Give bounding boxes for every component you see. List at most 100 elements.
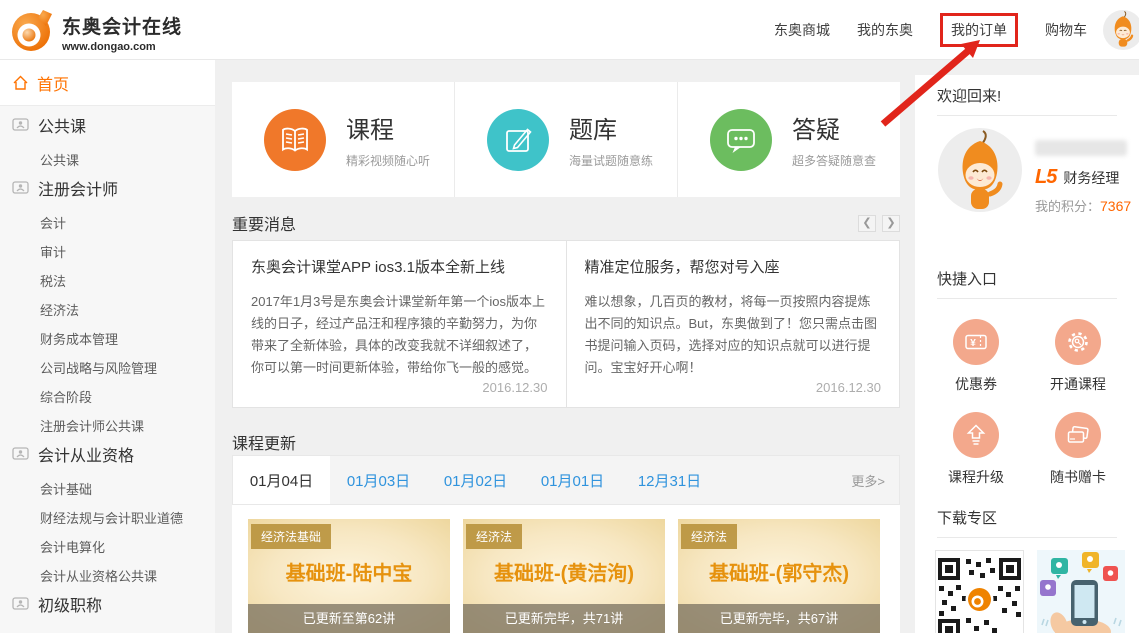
course-badge: 经济法	[466, 524, 522, 549]
wechat-qr-code[interactable]	[935, 550, 1024, 633]
page: 东奥会计在线 www.dongao.com 东奥商城 我的东奥 我的订单 购物车	[0, 0, 1139, 633]
news-item-body: 难以想象，几百页的教材，将每一页按照内容提炼出不同的知识点。But，东奥做到了！…	[585, 291, 882, 380]
user-points: 我的积分：7367	[1035, 196, 1131, 215]
user-avatar-large[interactable]	[938, 128, 1022, 212]
sidebar-item[interactable]: 公司战略与风险管理	[0, 350, 215, 379]
course-card[interactable]: 经济法基础 基础班-陆中宝 已更新至第62讲	[248, 519, 450, 633]
top-header: 东奥会计在线 www.dongao.com 东奥商城 我的东奥 我的订单 购物车	[0, 0, 1139, 60]
left-sidebar: 首页 公共课 公共课 注册会计师 会计 审计	[0, 60, 215, 633]
nav-dongao-mall[interactable]: 东奥商城	[774, 20, 830, 40]
sidebar-item[interactable]: 会计从业资格公共课	[0, 558, 215, 587]
sidebar-item-home[interactable]: 首页	[0, 60, 215, 106]
news-title: 重要消息	[232, 211, 296, 235]
svg-text:¥: ¥	[970, 338, 976, 349]
user-avatar-small[interactable]	[1103, 10, 1139, 50]
news-item-title[interactable]: 东奥会计课堂APP ios3.1版本全新上线	[251, 256, 548, 277]
coupon-icon: ¥	[953, 319, 999, 365]
site-logo[interactable]: 东奥会计在线 www.dongao.com	[10, 8, 182, 57]
tab-date[interactable]: 01月01日	[524, 456, 621, 504]
course-status: 已更新完毕，共67讲	[678, 604, 880, 633]
right-panel: 欢迎回来! L5 财务经理	[915, 75, 1139, 633]
course-screen-icon	[12, 118, 29, 133]
sidebar-item[interactable]: 税法	[0, 263, 215, 292]
course-card[interactable]: 经济法 基础班-(黄洁洵) 已更新完毕，共71讲	[463, 519, 665, 633]
sidebar-item[interactable]: 会计电算化	[0, 529, 215, 558]
course-cards-panel: 经济法基础 基础班-陆中宝 已更新至第62讲 经济法 基础班-(黄洁洵) 已更新…	[232, 505, 900, 633]
sidebar-item[interactable]: 综合阶段	[0, 379, 215, 408]
course-title: 基础班-(郭守杰)	[678, 557, 880, 586]
quick-entry-gift-card[interactable]: 随书赠卡	[1027, 394, 1129, 487]
news-panel: 东奥会计课堂APP ios3.1版本全新上线 2017年1月3号是东奥会计课堂新…	[232, 240, 900, 408]
news-item: 东奥会计课堂APP ios3.1版本全新上线 2017年1月3号是东奥会计课堂新…	[233, 241, 566, 407]
course-screen-icon	[12, 597, 29, 612]
welcome-title: 欢迎回来!	[937, 75, 1117, 116]
sidebar-item[interactable]: 财经法规与会计职业道德	[0, 500, 215, 529]
news-item: 精准定位服务，帮您对号入座 难以想象，几百页的教材，将每一页按照内容提炼出不同的…	[566, 241, 900, 407]
quick-entry-title: 快捷入口	[937, 258, 1117, 299]
news-prev-button[interactable]: ❮	[858, 215, 876, 232]
nav-my-orders[interactable]: 我的订单	[940, 13, 1018, 47]
sidebar-item[interactable]: 注册会计师公共课	[0, 408, 215, 437]
mascot-avatar-icon	[1103, 10, 1139, 50]
feature-question-bank[interactable]: 题库 海量试题随意练	[454, 82, 677, 197]
sidebar-item[interactable]: 会计	[0, 205, 215, 234]
sidebar-item[interactable]: 财务成本管理	[0, 321, 215, 350]
tab-date[interactable]: 01月04日	[233, 456, 330, 504]
nav-cart[interactable]: 购物车	[1045, 20, 1087, 40]
feature-courses[interactable]: 课程 精彩视频随心听	[232, 82, 454, 197]
quick-entry-coupon[interactable]: ¥ 优惠券	[925, 301, 1027, 394]
sidebar-item[interactable]: 会计基础	[0, 471, 215, 500]
sidebar-section-public-course[interactable]: 公共课	[0, 108, 215, 142]
news-item-date: 2016.12.30	[251, 380, 548, 395]
course-title: 基础班-(黄洁洵)	[463, 557, 665, 586]
user-level: L5	[1035, 166, 1056, 189]
nav-my-dongao[interactable]: 我的东奥	[857, 20, 913, 40]
tab-date[interactable]: 01月02日	[427, 456, 524, 504]
course-card[interactable]: 经济法 基础班-(郭守杰) 已更新完毕，共67讲	[678, 519, 880, 633]
app-download-illustration[interactable]	[1037, 550, 1125, 633]
course-status: 已更新完毕，共71讲	[463, 604, 665, 633]
tab-date[interactable]: 12月31日	[621, 456, 718, 504]
quick-entry-grid: ¥ 优惠券 开通课程	[915, 299, 1139, 487]
sidebar-section-accounting-qualification[interactable]: 会计从业资格	[0, 437, 215, 471]
dongao-logo-icon	[10, 8, 54, 57]
gear-key-icon	[1055, 319, 1101, 365]
download-row	[915, 550, 1139, 633]
upgrade-arrow-icon	[953, 412, 999, 458]
course-title: 基础班-陆中宝	[248, 557, 450, 586]
news-item-body: 2017年1月3号是东奥会计课堂新年第一个ios版本上线的日子，经过产品汪和程序…	[251, 291, 548, 380]
logo-title: 东奥会计在线	[62, 12, 182, 39]
quick-entry-upgrade[interactable]: 课程升级	[925, 394, 1027, 487]
quick-entry-open-course[interactable]: 开通课程	[1027, 301, 1129, 394]
course-screen-icon	[12, 181, 29, 196]
user-profile: L5 财务经理 我的积分：7367	[915, 116, 1139, 258]
news-item-date: 2016.12.30	[585, 380, 882, 395]
sidebar-home-label: 首页	[37, 71, 69, 95]
sidebar-section-cpa[interactable]: 注册会计师	[0, 171, 215, 205]
sidebar-menu: 公共课 公共课 注册会计师 会计 审计 税法 经济法 财务成本管理 公司战略与风…	[0, 106, 215, 633]
book-icon	[264, 109, 326, 171]
feature-qa[interactable]: 答疑 超多答疑随意查	[677, 82, 900, 197]
gift-card-icon	[1055, 412, 1101, 458]
tab-date[interactable]: 01月03日	[330, 456, 427, 504]
sidebar-item[interactable]: 审计	[0, 234, 215, 263]
username-redacted	[1035, 140, 1127, 156]
download-title: 下载专区	[937, 497, 1117, 538]
sidebar-item[interactable]: 经济法	[0, 292, 215, 321]
mascot-avatar-icon	[938, 128, 1022, 212]
news-next-button[interactable]: ❯	[882, 215, 900, 232]
qr-code-icon	[936, 556, 1023, 633]
sidebar-item[interactable]: 公共课	[0, 142, 215, 171]
home-icon	[12, 75, 29, 91]
course-badge: 经济法基础	[251, 524, 331, 549]
course-updates-header: 课程更新	[232, 430, 296, 454]
more-link[interactable]: 更多>	[851, 471, 899, 490]
date-tabs: 01月04日 01月03日 01月02日 01月01日 12月31日 更多>	[232, 455, 900, 505]
feature-cards: 课程 精彩视频随心听 题库 海量试题随意练	[232, 82, 900, 197]
news-item-title[interactable]: 精准定位服务，帮您对号入座	[585, 256, 882, 277]
news-header: 重要消息 ❮ ❯	[232, 211, 900, 235]
pencil-icon	[487, 109, 549, 171]
sidebar-section-junior-title[interactable]: 初级职称	[0, 587, 215, 621]
course-screen-icon	[12, 447, 29, 462]
phone-hand-icon	[1037, 550, 1125, 633]
